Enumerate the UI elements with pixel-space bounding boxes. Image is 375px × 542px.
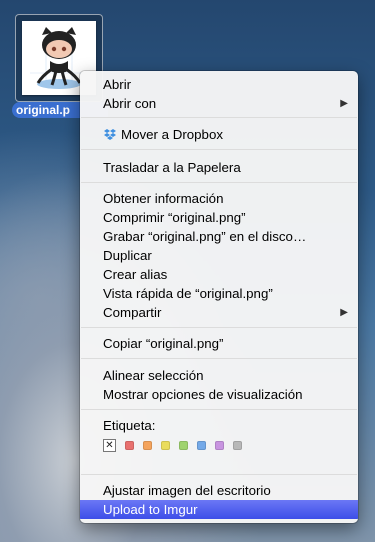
menu-item-share[interactable]: Compartir ▶	[80, 303, 358, 322]
menu-separator	[81, 474, 357, 475]
tag-green[interactable]	[179, 440, 188, 450]
submenu-arrow-icon: ▶	[340, 98, 348, 109]
submenu-arrow-icon: ▶	[340, 307, 348, 318]
menu-item-duplicate[interactable]: Duplicar	[80, 246, 358, 265]
menu-separator	[81, 409, 357, 410]
tag-gray[interactable]	[233, 440, 242, 450]
tag-blue[interactable]	[197, 440, 206, 450]
tag-yellow[interactable]	[161, 440, 170, 450]
menu-item-share-label: Compartir	[103, 305, 162, 320]
menu-item-burn-to-disc[interactable]: Grabar “original.png” en el disco…	[80, 227, 358, 246]
menu-item-compress[interactable]: Comprimir “original.png”	[80, 208, 358, 227]
menu-item-align-selection[interactable]: Alinear selección	[80, 366, 358, 385]
context-menu: Abrir Abrir con ▶ Mover a Dropbox Trasla…	[80, 71, 358, 523]
menu-item-view-options[interactable]: Mostrar opciones de visualización	[80, 385, 358, 404]
label-color-tags: ✕	[103, 437, 251, 453]
menu-item-quick-look[interactable]: Vista rápida de “original.png”	[80, 284, 358, 303]
menu-item-copy[interactable]: Copiar “original.png”	[80, 334, 358, 353]
dropbox-icon	[103, 127, 117, 146]
menu-separator	[81, 117, 357, 118]
menu-item-upload-to-imgur[interactable]: Upload to Imgur	[80, 500, 358, 519]
menu-item-open-with[interactable]: Abrir con ▶	[80, 94, 358, 113]
tag-red[interactable]	[125, 440, 134, 450]
menu-item-dropbox[interactable]: Mover a Dropbox	[80, 125, 358, 144]
menu-item-move-to-trash[interactable]: Trasladar a la Papelera	[80, 158, 358, 177]
menu-item-set-desktop-picture[interactable]: Ajustar imagen del escritorio	[80, 481, 358, 500]
tag-purple[interactable]	[215, 440, 224, 450]
menu-item-make-alias[interactable]: Crear alias	[80, 265, 358, 284]
menu-item-open-with-label: Abrir con	[103, 96, 157, 111]
menu-separator	[81, 358, 357, 359]
tag-orange[interactable]	[143, 440, 152, 450]
menu-separator	[81, 327, 357, 328]
menu-item-open[interactable]: Abrir	[80, 75, 358, 94]
menu-separator	[81, 149, 357, 150]
label-heading: Etiqueta:	[103, 418, 156, 433]
menu-item-get-info[interactable]: Obtener información	[80, 189, 358, 208]
menu-separator	[81, 182, 357, 183]
menu-item-dropbox-label: Mover a Dropbox	[121, 127, 223, 142]
tag-none-icon[interactable]: ✕	[103, 438, 116, 452]
